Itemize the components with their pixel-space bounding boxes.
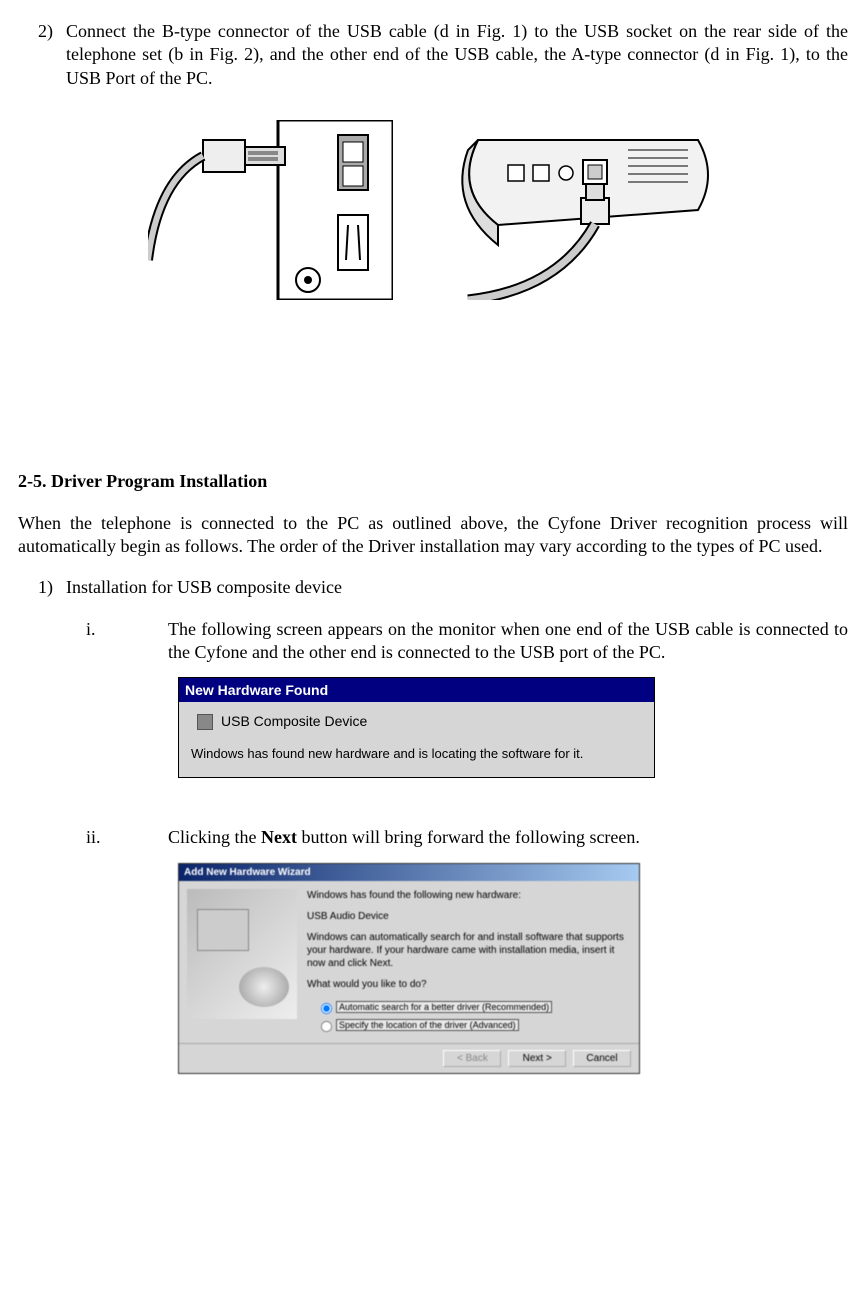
wizard-button-row: < Back Next > Cancel [179,1043,639,1073]
dialog-add-new-hardware-wizard: Add New Hardware Wizard Windows has foun… [178,863,640,1074]
step-2-text: Connect the B-type connector of the USB … [66,21,848,88]
substep-ii-text-after: button will bring forward the following … [297,827,640,847]
radio-specify[interactable] [321,1021,332,1032]
substep-ii-text-before: Clicking the [168,827,261,847]
substep-ii-roman: ii. [86,826,168,849]
substep-i-text: The following screen appears on the moni… [168,619,848,662]
dialog-device-name: USB Composite Device [221,712,642,730]
radio-auto[interactable] [321,1003,332,1014]
wizard-line2: Windows can automatically search for and… [307,931,631,970]
step-2-number: 2) [38,20,66,43]
substep-i-roman: i. [86,618,168,641]
figures-row [18,120,848,300]
wizard-right-panel: Windows has found the following new hard… [307,889,631,1035]
cancel-button[interactable]: Cancel [573,1050,631,1067]
figure-usb-to-pc [148,120,393,300]
figure-usb-to-phone [438,120,718,300]
substep-ii-bold: Next [261,827,297,847]
dialog-titlebar: New Hardware Found [179,678,654,702]
dialog-body: USB Composite Device Windows has found n… [179,702,654,777]
substep-ii: ii.Clicking the Next button will bring f… [168,826,848,849]
step-1: 1)Installation for USB composite device [66,576,848,599]
wizard-opt1-label: Automatic search for a better driver (Re… [336,1001,552,1013]
next-button[interactable]: Next > [508,1050,566,1067]
wizard-device: USB Audio Device [307,910,631,923]
section-heading: 2-5. Driver Program Installation [18,470,848,493]
wizard-opt2-label: Specify the location of the driver (Adva… [336,1019,519,1031]
wizard-illustration [187,889,297,1019]
step-1-text: Installation for USB composite device [66,577,342,597]
step-2: 2)Connect the B-type connector of the US… [66,20,848,90]
wizard-question: What would you like to do? [307,978,631,991]
back-button[interactable]: < Back [443,1050,501,1067]
wizard-titlebar: Add New Hardware Wizard [179,864,639,881]
step-1-number: 1) [38,576,66,599]
dialog-message: Windows has found new hardware and is lo… [191,746,642,763]
substep-i: i.The following screen appears on the mo… [168,618,848,665]
dialog-new-hardware-found: New Hardware Found USB Composite Device … [178,677,655,778]
wizard-option-specify[interactable]: Specify the location of the driver (Adva… [315,1017,631,1033]
wizard-option-auto[interactable]: Automatic search for a better driver (Re… [315,999,631,1015]
section-intro: When the telephone is connected to the P… [18,512,848,559]
wizard-options: Automatic search for a better driver (Re… [307,999,631,1033]
wizard-line1: Windows has found the following new hard… [307,889,631,902]
wizard-content: Windows has found the following new hard… [179,881,639,1043]
